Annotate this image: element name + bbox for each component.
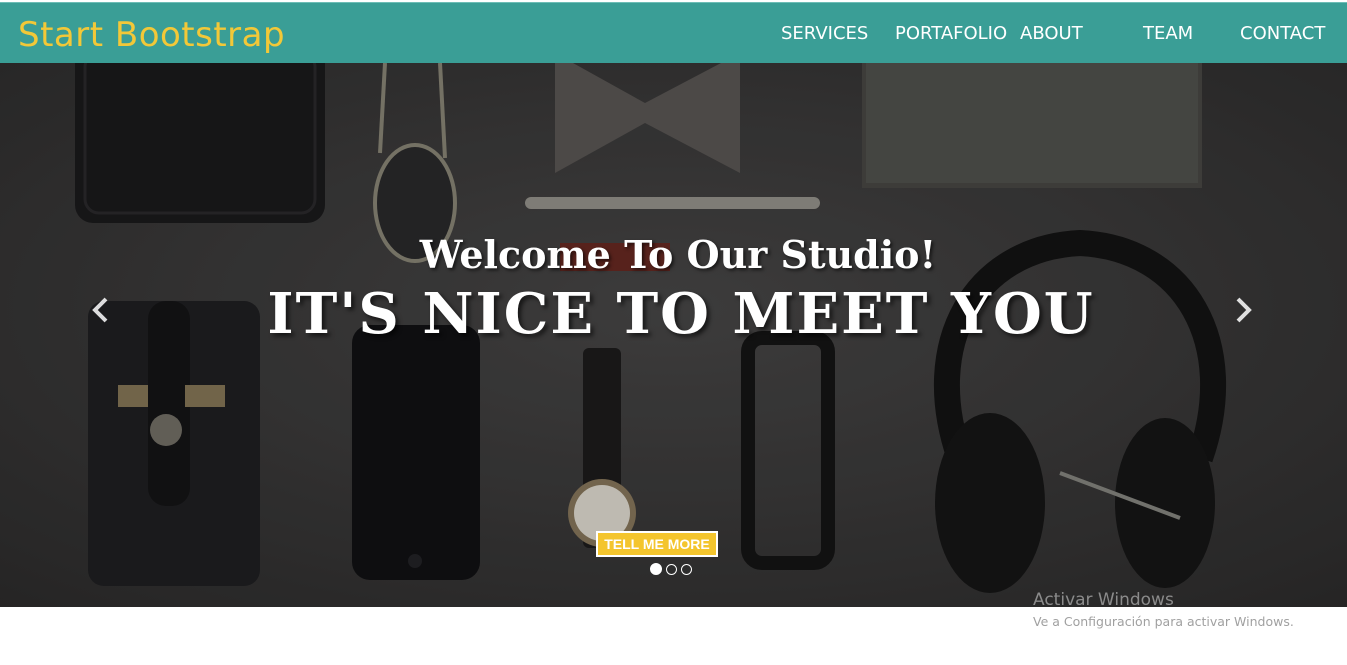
nav-item-contact[interactable]: CONTACT xyxy=(1240,23,1325,45)
nav-item-about[interactable]: ABOUT xyxy=(1020,23,1083,45)
nav-item-services[interactable]: SERVICES xyxy=(781,23,868,45)
brand-logo[interactable]: Start Bootstrap xyxy=(18,13,285,57)
nav-item-portfolio[interactable]: PORTAFOLIO xyxy=(895,23,1007,45)
tell-me-more-button[interactable]: TELL ME MORE xyxy=(596,531,718,557)
page: Start Bootstrap SERVICES PORTAFOLIO ABOU… xyxy=(0,0,1347,665)
hero-heading: IT'S NICE TO MEET YOU xyxy=(267,281,1095,347)
watermark-title: Activar Windows xyxy=(1033,590,1174,610)
carousel-indicator-2[interactable] xyxy=(666,564,677,575)
chevron-right-icon[interactable] xyxy=(1227,295,1257,325)
hero-carousel: Welcome To Our Studio! IT'S NICE TO MEET… xyxy=(0,63,1347,607)
nav-item-team[interactable]: TEAM xyxy=(1143,23,1193,45)
windows-activation-watermark: Activar Windows Ve a Configuración para … xyxy=(1033,589,1294,631)
carousel-indicator-3[interactable] xyxy=(681,564,692,575)
chevron-left-icon[interactable] xyxy=(87,295,117,325)
carousel-indicator-1[interactable] xyxy=(650,563,662,575)
watermark-subtitle: Ve a Configuración para activar Windows. xyxy=(1033,614,1294,629)
navbar: Start Bootstrap SERVICES PORTAFOLIO ABOU… xyxy=(0,2,1347,63)
carousel-indicators xyxy=(650,560,696,575)
hero-subheading: Welcome To Our Studio! xyxy=(419,232,937,277)
